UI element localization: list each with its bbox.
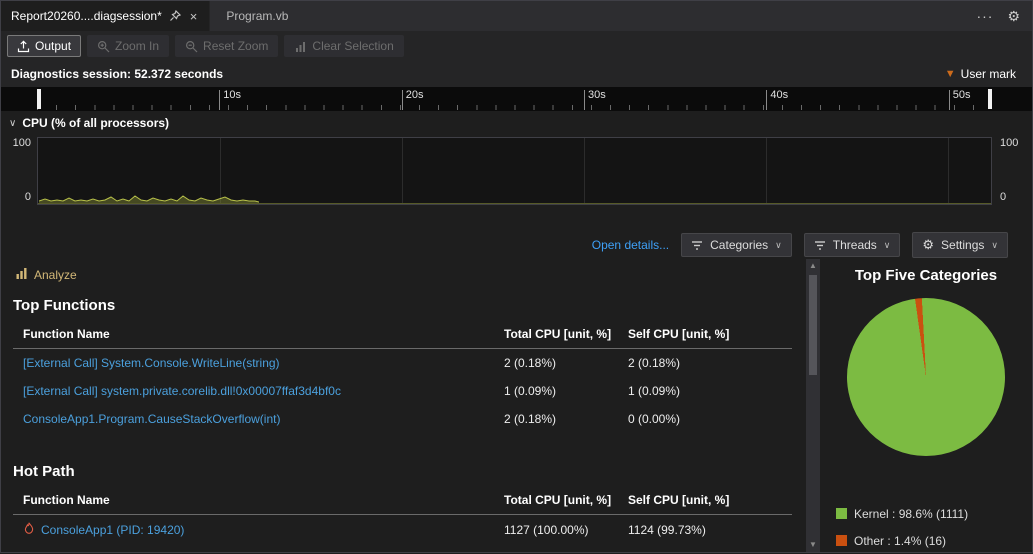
ruler-minor-ticks bbox=[37, 105, 992, 110]
scrollbar-thumb[interactable] bbox=[809, 275, 817, 375]
tab-program-vb[interactable]: Program.vb bbox=[210, 1, 304, 31]
ruler-tick-40s: 40s bbox=[766, 89, 788, 101]
user-mark-legend: ▼ User mark bbox=[945, 67, 1022, 81]
settings-dropdown[interactable]: ⚙ Settings ∨ bbox=[912, 232, 1008, 258]
pin-icon[interactable] bbox=[169, 10, 181, 22]
close-icon[interactable]: × bbox=[188, 10, 200, 23]
chevron-down-icon: ∨ bbox=[775, 240, 782, 251]
table-row: ConsoleApp1 (PID: 19420) 1127 (100.00%) … bbox=[13, 515, 792, 545]
table-row: [External Call] system.private.corelib.d… bbox=[13, 377, 792, 405]
threads-dropdown[interactable]: Threads ∨ bbox=[804, 233, 901, 257]
timeline-ruler[interactable]: 10s 20s 30s 40s 50s bbox=[1, 87, 1032, 111]
report-toolbar: Output Zoom In Reset Zoom Clear Selectio… bbox=[1, 31, 1032, 61]
tab-report-label: Report20260....diagsession* bbox=[11, 9, 162, 23]
table-header-row: Function Name Total CPU [unit, %] Self C… bbox=[13, 486, 792, 515]
cpu-chart-row: 100 0 100 0 bbox=[1, 135, 1032, 211]
top-functions-table: Function Name Total CPU [unit, %] Self C… bbox=[13, 320, 792, 433]
diagnostics-window: Report20260....diagsession* × Program.vb… bbox=[0, 0, 1033, 553]
user-mark-label: User mark bbox=[961, 67, 1016, 81]
session-duration-label: Diagnostics session: 52.372 seconds bbox=[11, 67, 223, 81]
filter-icon bbox=[814, 240, 826, 251]
reset-zoom-button[interactable]: Reset Zoom bbox=[175, 35, 278, 57]
session-info-row: Diagnostics session: 52.372 seconds ▼ Us… bbox=[1, 61, 1032, 87]
more-options-icon[interactable]: ··· bbox=[976, 8, 993, 24]
tab-program-label: Program.vb bbox=[226, 9, 288, 23]
pie-legend: Kernel : 98.6% (1111) Other : 1.4% (16) bbox=[836, 500, 1032, 554]
report-main: Analyze Top Functions Function Name Tota… bbox=[1, 259, 1032, 552]
top-categories-panel: Top Five Categories Kernel : 98.6% (1111… bbox=[820, 259, 1032, 552]
gridline-20s bbox=[402, 138, 403, 204]
cpu-section-header[interactable]: ∨ CPU (% of all processors) bbox=[1, 111, 1032, 135]
vertical-scrollbar[interactable]: ▲ ▼ bbox=[806, 259, 820, 552]
user-mark-icon: ▼ bbox=[945, 68, 956, 80]
filter-icon bbox=[691, 240, 703, 251]
section-spacer bbox=[1, 211, 1032, 231]
categories-pie-chart bbox=[847, 298, 1005, 456]
zoom-in-button[interactable]: Zoom In bbox=[87, 35, 169, 57]
report-content: Analyze Top Functions Function Name Tota… bbox=[1, 259, 806, 552]
table-row: ConsoleApp1.Program.CauseStackOverflow(i… bbox=[13, 405, 792, 433]
hot-path-table: Function Name Total CPU [unit, %] Self C… bbox=[13, 486, 792, 545]
output-icon bbox=[17, 40, 30, 53]
cpu-ymax-right: 100 bbox=[1000, 137, 1026, 149]
chevron-down-icon: ∨ bbox=[9, 118, 16, 129]
gridline-40s bbox=[766, 138, 767, 204]
ruler-tick-30s: 30s bbox=[584, 89, 606, 101]
categories-dropdown[interactable]: Categories ∨ bbox=[681, 233, 792, 257]
process-link[interactable]: ConsoleApp1 (PID: 19420) bbox=[41, 523, 184, 537]
cpu-section-title: CPU (% of all processors) bbox=[22, 116, 169, 130]
cpu-ymin-left: 0 bbox=[5, 191, 31, 203]
gear-icon: ⚙ bbox=[922, 237, 934, 253]
details-bar: Open details... Categories ∨ Threads ∨ ⚙… bbox=[1, 231, 1032, 259]
clear-selection-button[interactable]: Clear Selection bbox=[284, 35, 403, 57]
scrollbar-track[interactable] bbox=[806, 273, 820, 538]
other-swatch bbox=[836, 535, 847, 546]
function-link[interactable]: [External Call] system.private.corelib.d… bbox=[23, 384, 341, 398]
ruler-tick-20s: 20s bbox=[402, 89, 424, 101]
clear-selection-icon bbox=[294, 40, 307, 53]
analyze-link[interactable]: Analyze bbox=[1, 263, 806, 287]
scroll-down-icon[interactable]: ▼ bbox=[809, 538, 817, 552]
ruler-track[interactable]: 10s 20s 30s 40s 50s bbox=[37, 87, 992, 111]
legend-item-kernel: Kernel : 98.6% (1111) bbox=[836, 500, 1032, 527]
function-link[interactable]: [External Call] System.Console.WriteLine… bbox=[23, 356, 280, 370]
gridline-50s bbox=[948, 138, 949, 204]
analyze-icon bbox=[15, 267, 28, 283]
gridline-30s bbox=[584, 138, 585, 204]
chevron-down-icon: ∨ bbox=[884, 240, 891, 251]
table-row: [External Call] System.Console.WriteLine… bbox=[13, 349, 792, 377]
function-link[interactable]: ConsoleApp1.Program.CauseStackOverflow(i… bbox=[23, 412, 280, 426]
cpu-activity-series bbox=[39, 188, 259, 203]
ruler-tick-50s: 50s bbox=[949, 89, 971, 101]
selection-handle-right[interactable] bbox=[988, 89, 992, 109]
output-button[interactable]: Output bbox=[7, 35, 81, 57]
legend-item-other: Other : 1.4% (16) bbox=[836, 527, 1032, 554]
cpu-usage-plot[interactable] bbox=[37, 137, 992, 205]
flame-icon bbox=[23, 522, 35, 538]
zoom-in-icon bbox=[97, 40, 110, 53]
cpu-ymax-left: 100 bbox=[5, 137, 31, 149]
open-details-link[interactable]: Open details... bbox=[592, 238, 669, 252]
cpu-ymin-right: 0 bbox=[1000, 191, 1026, 203]
selection-handle-left[interactable] bbox=[37, 89, 41, 109]
table-header-row: Function Name Total CPU [unit, %] Self C… bbox=[13, 320, 792, 349]
reset-zoom-icon bbox=[185, 40, 198, 53]
tab-settings-gear-icon[interactable]: ⚙ bbox=[1007, 8, 1020, 25]
kernel-swatch bbox=[836, 508, 847, 519]
section-gap bbox=[1, 433, 806, 453]
ruler-tick-10s: 10s bbox=[219, 89, 241, 101]
scroll-up-icon[interactable]: ▲ bbox=[809, 259, 817, 273]
document-tab-bar: Report20260....diagsession* × Program.vb… bbox=[1, 1, 1032, 31]
hot-path-title: Hot Path bbox=[1, 453, 806, 486]
top-functions-title: Top Functions bbox=[1, 287, 806, 320]
panel-title: Top Five Categories bbox=[820, 267, 1032, 284]
chevron-down-icon: ∨ bbox=[991, 240, 998, 251]
tab-report-diagsession[interactable]: Report20260....diagsession* × bbox=[1, 1, 210, 31]
